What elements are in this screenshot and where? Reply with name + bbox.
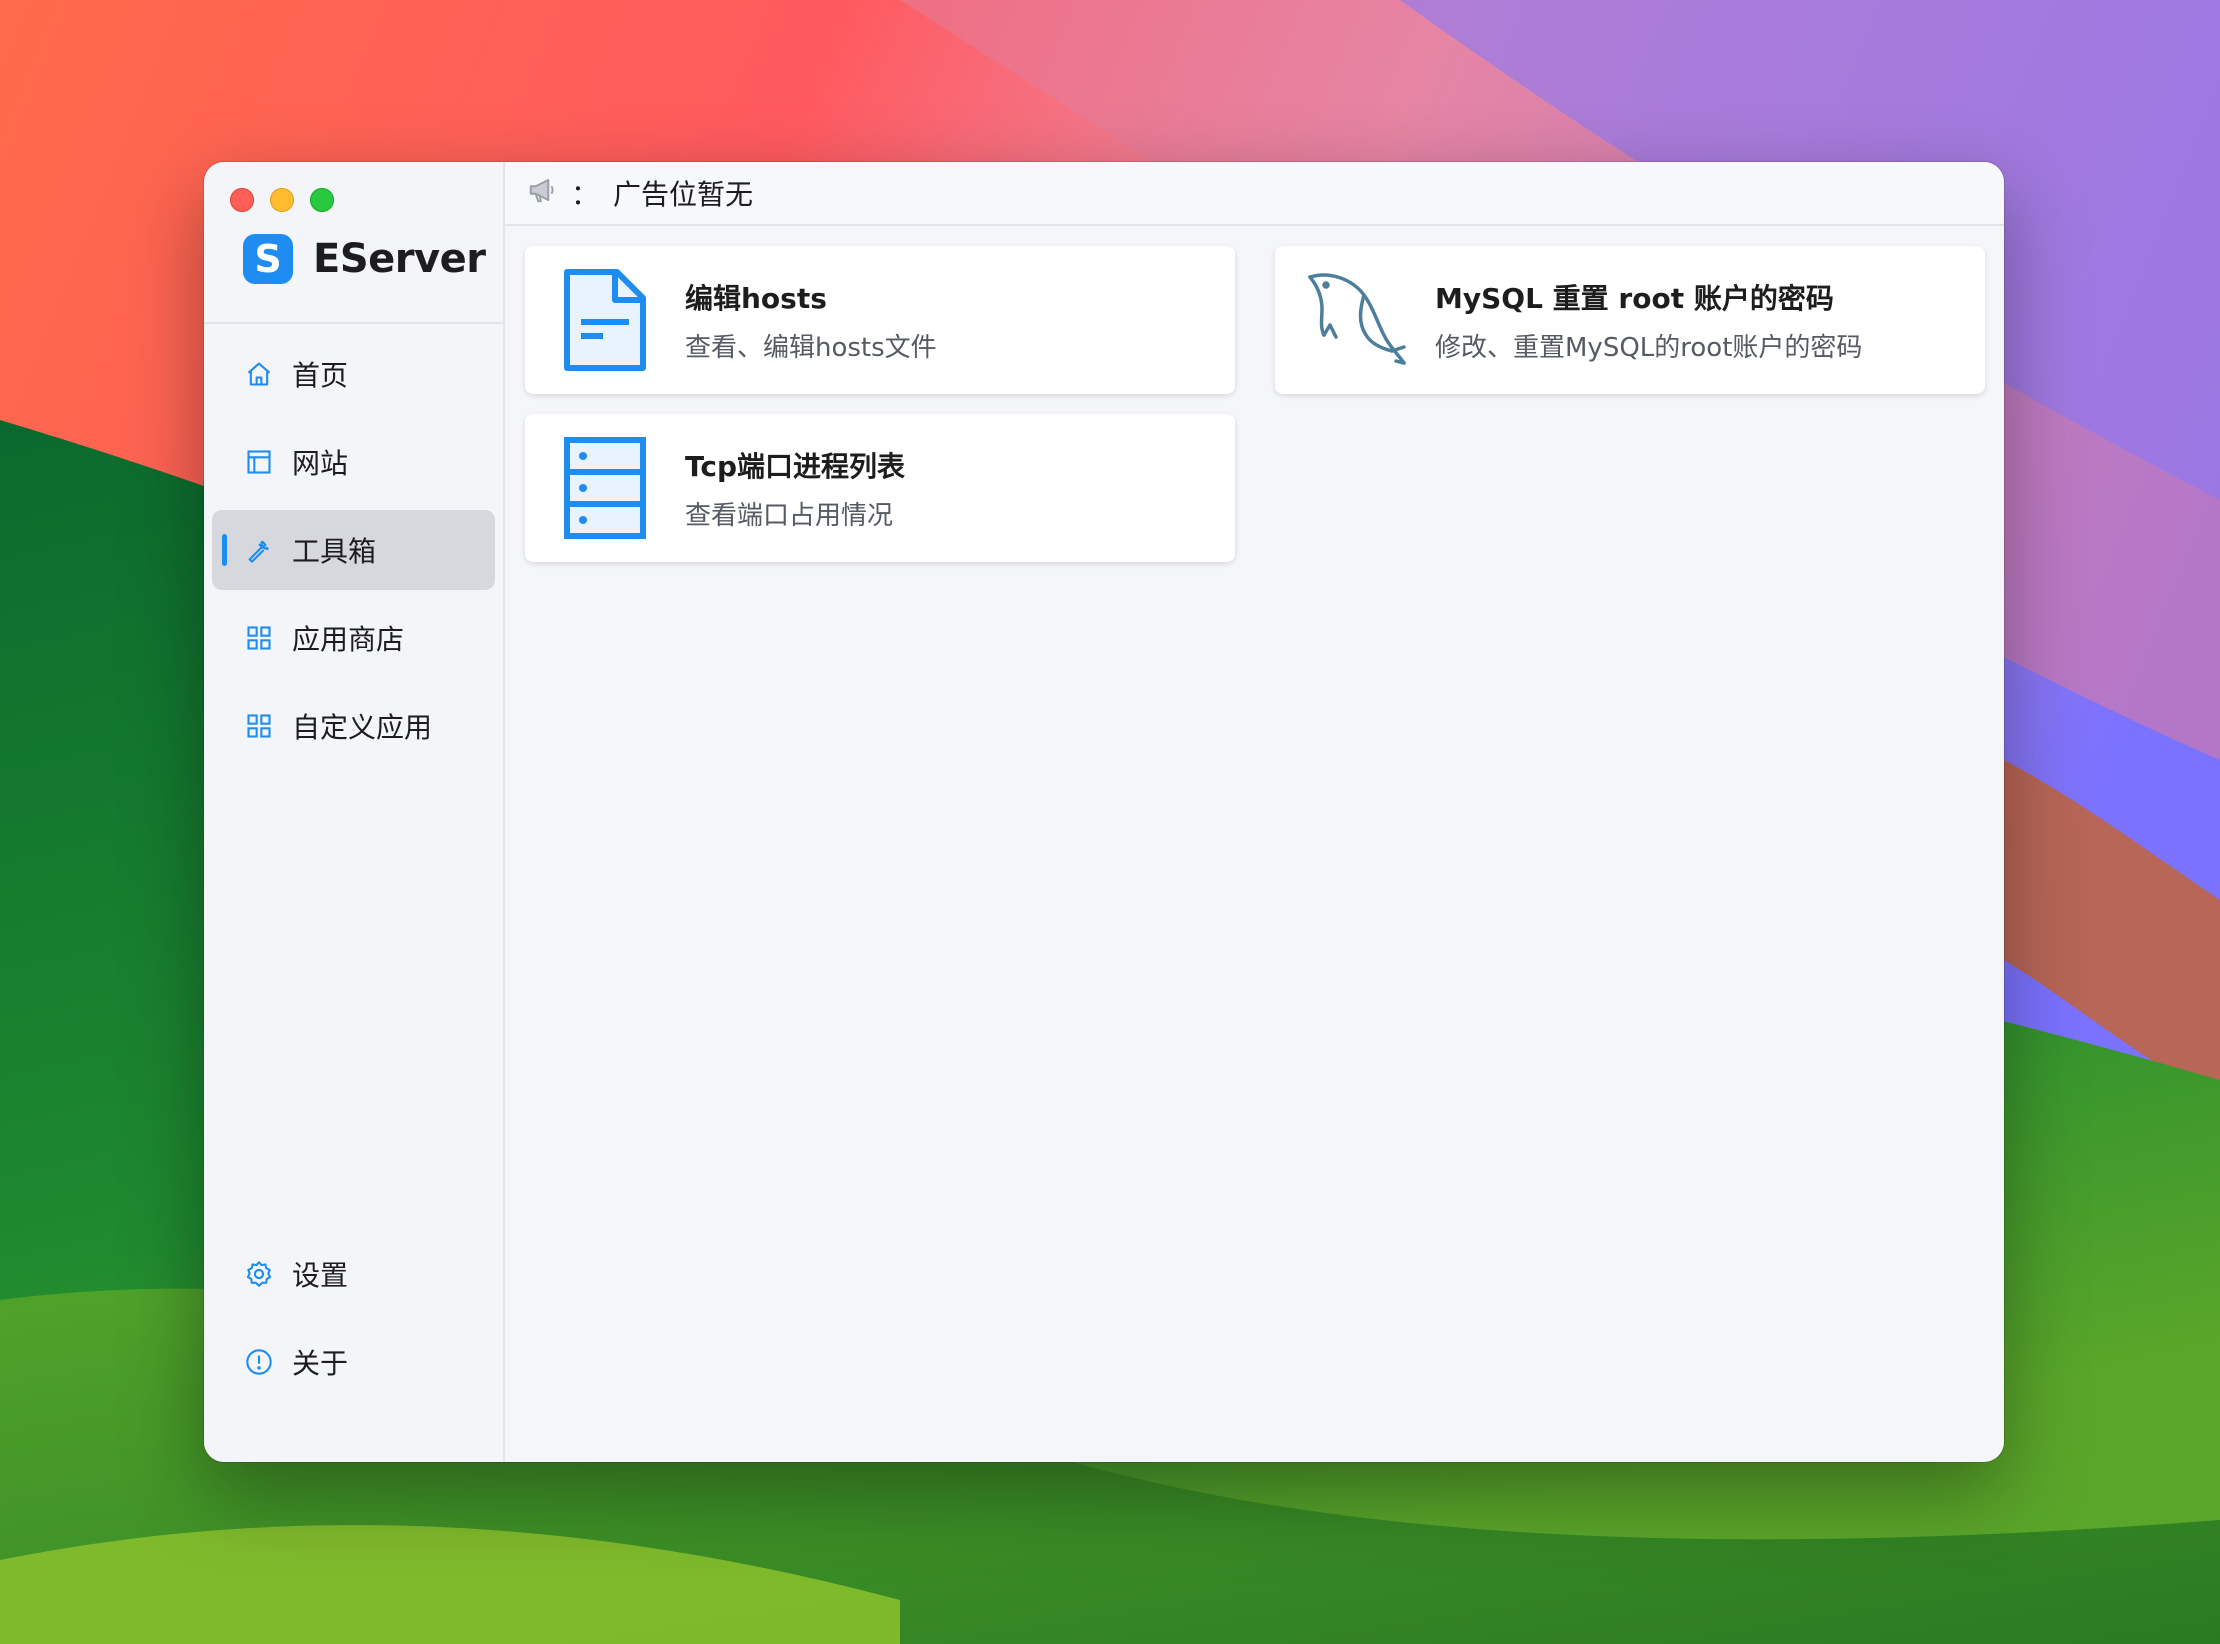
- tool-card-tcp-port-list[interactable]: Tcp端口进程列表 查看端口占用情况: [525, 414, 1235, 562]
- zoom-window-button[interactable]: [310, 188, 334, 212]
- sidebar-item-settings[interactable]: 设置: [212, 1234, 495, 1314]
- sidebar-item-about[interactable]: 关于: [212, 1322, 495, 1402]
- sidebar-item-toolbox[interactable]: 工具箱: [212, 510, 495, 590]
- app-logo-icon: S: [243, 234, 293, 284]
- sidebar-item-label: 应用商店: [292, 623, 405, 656]
- sidebar-item-website[interactable]: 网站: [212, 422, 495, 502]
- wrench-icon: [244, 535, 274, 565]
- ad-bar-text: 广告位暂无: [613, 178, 754, 211]
- sidebar-item-label: 关于: [292, 1347, 349, 1380]
- tool-card-title: 编辑hosts: [685, 281, 827, 315]
- sidebar-item-label: 网站: [292, 447, 349, 480]
- close-window-button[interactable]: [230, 188, 254, 212]
- ad-bar-separator: ：: [571, 178, 600, 211]
- minimize-window-button[interactable]: [270, 188, 294, 212]
- brand: S EServer: [243, 234, 486, 284]
- brand-divider: [204, 322, 503, 324]
- ad-bar: ： 广告位暂无: [505, 162, 2004, 226]
- grid-icon: [244, 711, 274, 741]
- tool-card-text: MySQL 重置 root 账户的密码 修改、重置MySQL的root账户的密码: [1435, 277, 1862, 364]
- tool-card-text: 编辑hosts 查看、编辑hosts文件: [685, 277, 937, 364]
- window-controls: [230, 188, 334, 212]
- document-icon: [525, 246, 685, 394]
- tool-card-text: Tcp端口进程列表 查看端口占用情况: [685, 445, 905, 532]
- megaphone-icon: [527, 175, 557, 212]
- home-icon: [244, 359, 274, 389]
- sidebar-item-app-store[interactable]: 应用商店: [212, 598, 495, 678]
- sidebar-nav: 首页 网站 工具箱 应用商店 自定义应用: [212, 334, 495, 774]
- tool-card-description: 查看、编辑hosts文件: [685, 332, 937, 363]
- gear-icon: [244, 1259, 274, 1289]
- tool-card-edit-hosts[interactable]: 编辑hosts 查看、编辑hosts文件: [525, 246, 1235, 394]
- sidebar-item-home[interactable]: 首页: [212, 334, 495, 414]
- tool-card-title: Tcp端口进程列表: [685, 449, 906, 483]
- grid-icon: [244, 623, 274, 653]
- dolphin-icon: [1275, 246, 1435, 394]
- server-list-icon: [525, 414, 685, 562]
- sidebar-item-label: 工具箱: [292, 535, 377, 568]
- tool-card-mysql-reset-root[interactable]: MySQL 重置 root 账户的密码 修改、重置MySQL的root账户的密码: [1275, 246, 1985, 394]
- sidebar: S EServer 首页 网站 工具箱 应用商店 自定义应用 设置 关于: [204, 162, 505, 1462]
- tool-card-title: MySQL 重置 root 账户的密码: [1435, 281, 1834, 315]
- tool-card-description: 查看端口占用情况: [685, 500, 894, 531]
- sidebar-item-label: 首页: [292, 359, 349, 392]
- info-icon: [244, 1347, 274, 1377]
- tool-card-description: 修改、重置MySQL的root账户的密码: [1435, 332, 1863, 363]
- main-content: ： 广告位暂无 编辑hosts 查看、编辑hosts文件 MySQL 重置 ro…: [505, 162, 2004, 1462]
- website-icon: [244, 447, 274, 477]
- sidebar-bottom-nav: 设置 关于: [212, 1234, 495, 1410]
- sidebar-item-label: 设置: [292, 1259, 349, 1292]
- app-window: S EServer 首页 网站 工具箱 应用商店 自定义应用 设置 关于 ： 广…: [204, 162, 2004, 1462]
- sidebar-item-custom-apps[interactable]: 自定义应用: [212, 686, 495, 766]
- app-name: EServer: [313, 236, 486, 282]
- sidebar-item-label: 自定义应用: [292, 711, 433, 744]
